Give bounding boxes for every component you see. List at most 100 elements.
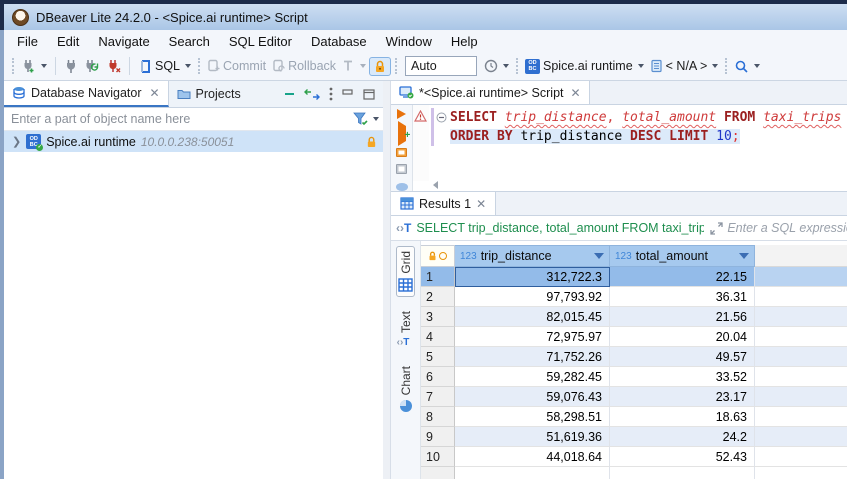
connect-button[interactable] bbox=[61, 57, 81, 76]
link-editor-icon[interactable] bbox=[304, 89, 320, 100]
menu-help[interactable]: Help bbox=[451, 34, 478, 49]
tab-text[interactable]: Text ‹›T bbox=[396, 307, 416, 352]
row-number-cell[interactable]: 3 bbox=[421, 307, 455, 327]
grid-cell-trip-distance[interactable]: 312,722.3 bbox=[455, 267, 610, 287]
grid-cell-total-amount[interactable]: 24.2 bbox=[610, 427, 755, 447]
column-header-total-amount[interactable]: 123 total_amount bbox=[610, 245, 755, 267]
filter-funnel-icon[interactable] bbox=[353, 112, 368, 126]
grid-cell-total-amount[interactable]: 33.52 bbox=[610, 367, 755, 387]
minimize-view-icon[interactable] bbox=[342, 89, 354, 99]
tab-database-navigator[interactable]: Database Navigator ✕ bbox=[4, 81, 169, 107]
row-number-cell[interactable]: 2 bbox=[421, 287, 455, 307]
new-connection-button[interactable] bbox=[18, 57, 50, 76]
sql-expression-input[interactable] bbox=[727, 221, 847, 235]
chevron-down-icon[interactable] bbox=[185, 64, 191, 68]
tab-sql-script[interactable]: *<Spice.ai runtime> Script ✕ bbox=[391, 81, 590, 104]
grid-cell-trip-distance[interactable]: 97,793.92 bbox=[455, 287, 610, 307]
grid-cell-trip-distance[interactable]: 72,975.97 bbox=[455, 327, 610, 347]
sql-code-area[interactable]: SELECT trip_distance, total_amount FROM … bbox=[450, 108, 847, 146]
tab-grid[interactable]: Grid bbox=[396, 246, 415, 297]
connection-tree-item[interactable]: ❯ ODBC✓ Spice.ai runtime 10.0.0.238:5005… bbox=[4, 131, 383, 152]
chevron-down-icon[interactable] bbox=[712, 64, 718, 68]
transaction-log-button[interactable] bbox=[481, 57, 512, 75]
grid-cell-total-amount[interactable]: 21.56 bbox=[610, 307, 755, 327]
grid-cell-total-amount[interactable]: 52.43 bbox=[610, 447, 755, 467]
row-number-cell[interactable]: 5 bbox=[421, 347, 455, 367]
grid-cell-trip-distance[interactable]: 59,282.45 bbox=[455, 367, 610, 387]
close-icon[interactable]: ✕ bbox=[149, 86, 159, 100]
connection-lock-toggle[interactable] bbox=[369, 57, 391, 76]
object-filter-input[interactable] bbox=[11, 112, 353, 126]
row-number-cell[interactable]: 6 bbox=[421, 367, 455, 387]
grid-corner-cell[interactable] bbox=[421, 245, 455, 267]
sort-dropdown-icon[interactable] bbox=[594, 253, 604, 259]
grid-cell-total-amount[interactable]: 20.04 bbox=[610, 327, 755, 347]
reconnect-button[interactable] bbox=[81, 57, 103, 76]
grid-cell-total-amount[interactable]: 36.31 bbox=[610, 287, 755, 307]
explain-plan-icon[interactable] bbox=[396, 164, 407, 173]
grid-cell-total-amount[interactable]: 23.17 bbox=[610, 387, 755, 407]
grid-cell-total-amount[interactable]: 22.15 bbox=[610, 267, 755, 287]
grid-cell-total-amount[interactable]: 49.57 bbox=[610, 347, 755, 367]
tab-projects[interactable]: Projects bbox=[169, 81, 249, 107]
grid-cell-trip-distance[interactable]: 59,076.43 bbox=[455, 387, 610, 407]
chevron-down-icon[interactable] bbox=[373, 117, 379, 121]
grid-cell-trip-distance[interactable]: 44,018.64 bbox=[455, 447, 610, 467]
sql-editor-body: + SELECT trip_distance, total_amount FRO… bbox=[391, 105, 847, 191]
rollback-button[interactable]: Rollback bbox=[269, 57, 339, 75]
menu-search[interactable]: Search bbox=[169, 34, 210, 49]
title-bar[interactable]: DBeaver Lite 24.2.0 - <Spice.ai runtime>… bbox=[4, 4, 847, 30]
row-number-cell[interactable]: 10 bbox=[421, 447, 455, 467]
execute-script-icon[interactable] bbox=[396, 148, 407, 157]
row-number-cell[interactable]: 7 bbox=[421, 387, 455, 407]
chevron-down-icon[interactable] bbox=[360, 64, 366, 68]
execute-new-tab-icon[interactable]: + bbox=[398, 126, 406, 141]
chevron-down-icon[interactable] bbox=[41, 64, 47, 68]
editor-tab-title: *<Spice.ai runtime> Script bbox=[419, 86, 564, 100]
autocommit-combo[interactable]: Auto bbox=[405, 56, 477, 76]
maximize-view-icon[interactable] bbox=[363, 89, 375, 100]
menu-sql-editor[interactable]: SQL Editor bbox=[229, 34, 292, 49]
row-number-cell[interactable]: 1 bbox=[421, 267, 455, 287]
active-connection-selector[interactable]: ODBC Spice.ai runtime bbox=[522, 57, 647, 76]
expand-filter-icon[interactable] bbox=[710, 222, 723, 235]
grid-cell-trip-distance[interactable]: 82,015.45 bbox=[455, 307, 610, 327]
search-button[interactable] bbox=[731, 57, 763, 76]
chevron-down-icon[interactable] bbox=[754, 64, 760, 68]
new-sql-editor-button[interactable]: SQL bbox=[135, 57, 194, 76]
panel-splitter[interactable] bbox=[383, 81, 391, 479]
grid-cell-trip-distance[interactable]: 51,619.36 bbox=[455, 427, 610, 447]
main-toolbar: SQL Commit Rollback Auto ODBC bbox=[4, 52, 847, 81]
menu-edit[interactable]: Edit bbox=[57, 34, 79, 49]
menu-file[interactable]: File bbox=[17, 34, 38, 49]
menu-database[interactable]: Database bbox=[311, 34, 367, 49]
grid-cell-total-amount[interactable]: 18.63 bbox=[610, 407, 755, 427]
collapse-all-icon[interactable] bbox=[284, 89, 295, 99]
menu-navigate[interactable]: Navigate bbox=[98, 34, 149, 49]
tab-chart[interactable]: Chart bbox=[398, 362, 414, 417]
execute-statement-icon[interactable] bbox=[397, 109, 406, 119]
chevron-down-icon[interactable] bbox=[503, 64, 509, 68]
transaction-mode-button[interactable] bbox=[339, 57, 369, 75]
row-number-cell[interactable]: 4 bbox=[421, 327, 455, 347]
row-number-cell[interactable]: 9 bbox=[421, 427, 455, 447]
row-number-cell[interactable]: 8 bbox=[421, 407, 455, 427]
commit-button[interactable]: Commit bbox=[204, 57, 269, 75]
column-header-trip-distance[interactable]: 123 trip_distance bbox=[455, 245, 610, 267]
chevron-down-icon[interactable] bbox=[638, 64, 644, 68]
grid-cell-trip-distance[interactable]: 71,752.26 bbox=[455, 347, 610, 367]
grid-cell-trip-distance[interactable]: 58,298.51 bbox=[455, 407, 610, 427]
tab-results-1[interactable]: Results 1 ✕ bbox=[391, 192, 496, 215]
expander-chevron-icon[interactable]: ❯ bbox=[12, 135, 21, 148]
close-icon[interactable]: ✕ bbox=[571, 86, 581, 100]
sql-keyword: SELECT bbox=[450, 110, 505, 125]
collapse-fold-icon[interactable] bbox=[436, 112, 447, 123]
disconnect-button[interactable] bbox=[103, 57, 124, 76]
view-menu-icon[interactable] bbox=[329, 87, 333, 101]
active-database-selector[interactable]: < N/A > bbox=[647, 57, 722, 75]
hscroll-left-arrow[interactable] bbox=[433, 181, 438, 189]
menu-window[interactable]: Window bbox=[386, 34, 432, 49]
close-icon[interactable]: ✕ bbox=[476, 197, 486, 211]
partial-icon[interactable] bbox=[396, 183, 408, 191]
sort-dropdown-icon[interactable] bbox=[739, 253, 749, 259]
